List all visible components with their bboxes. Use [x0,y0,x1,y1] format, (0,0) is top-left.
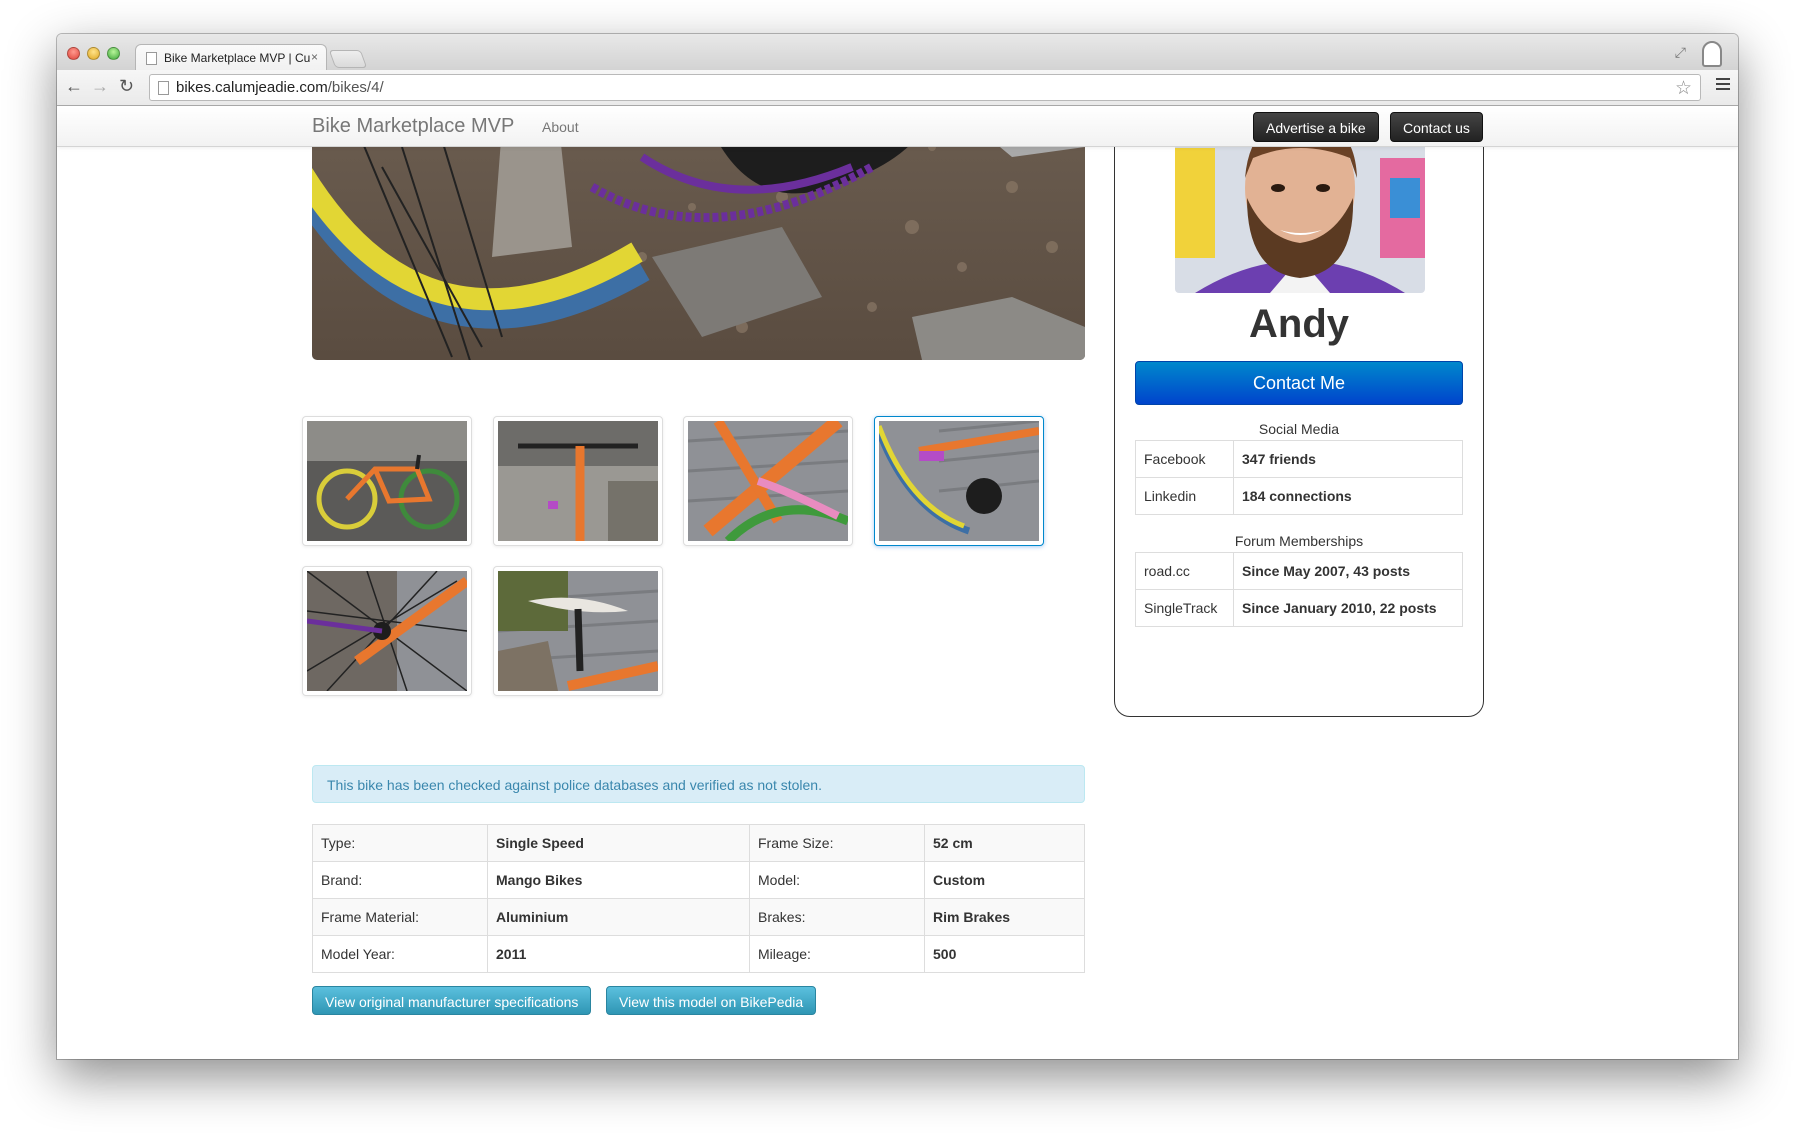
fullscreen-icon[interactable]: ⤢ [1675,44,1686,61]
thumbnail-image [307,571,467,691]
reload-icon[interactable]: ↻ [119,76,134,97]
gallery-thumbnail[interactable] [302,416,472,546]
back-icon[interactable]: ← [65,76,83,97]
spec-row: Frame Material: Aluminium Brakes: Rim Brake… [312,898,1085,936]
gallery-thumbnail[interactable] [493,566,663,696]
spec-row: Model Year: 2011 Mileage: 500 [312,935,1085,973]
browser-menu-icon[interactable] [1716,78,1730,93]
spec-value: Custom [924,861,1085,899]
thumbnail-image [879,421,1039,541]
contact-seller-button[interactable]: Contact Me [1135,361,1463,405]
card-row-value: Since January 2010, 22 posts [1233,589,1463,627]
browser-window: Bike Marketplace MVP | Cu × ⤢ ← → ↻ bike… [57,34,1738,1059]
spec-label: Frame Material: [312,898,488,936]
spec-label: Brand: [312,861,488,899]
thumbnail-image [688,421,848,541]
page-icon [146,52,157,65]
new-tab-button[interactable] [328,50,368,68]
gallery-thumbnail[interactable] [683,416,853,546]
browser-toolbar: ← → ↻ bikes.calumjeadie.com/bikes/4/ ☆ [57,70,1738,106]
spec-label: Model Year: [312,935,488,973]
card-row-label: Facebook [1135,440,1234,478]
spec-label: Type: [312,824,488,862]
browser-tab[interactable]: Bike Marketplace MVP | Cu × [135,44,327,70]
spec-value: Single Speed [487,824,750,862]
card-row-value: 184 connections [1233,477,1463,515]
close-window-button[interactable] [67,47,80,60]
spec-value: 2011 [487,935,750,973]
page-icon [158,81,169,95]
nav-about-link[interactable]: About [542,119,579,135]
card-row: Linkedin 184 connections [1135,477,1463,515]
gallery-thumbnail[interactable] [302,566,472,696]
card-row-value: 347 friends [1233,440,1463,478]
tab-strip: Bike Marketplace MVP | Cu × ⤢ [57,34,1738,70]
card-row: SingleTrack Since January 2010, 22 posts [1135,589,1463,627]
screenshot-stage: Bike Marketplace MVP | Cu × ⤢ ← → ↻ bike… [0,0,1794,1138]
close-tab-icon[interactable]: × [311,50,318,64]
url-path: /bikes/4/ [327,79,384,96]
address-bar[interactable]: bikes.calumjeadie.com/bikes/4/ ☆ [149,74,1701,101]
zoom-window-button[interactable] [107,47,120,60]
card-row-label: SingleTrack [1135,589,1234,627]
spec-label: Mileage: [749,935,925,973]
spec-value: 500 [924,935,1085,973]
card-row: road.cc Since May 2007, 43 posts [1135,552,1463,590]
spec-label: Model: [749,861,925,899]
forum-memberships-caption: Forum Memberships [1234,533,1364,549]
spec-row: Brand: Mango Bikes Model: Custom [312,861,1085,899]
contact-us-button[interactable]: Contact us [1390,112,1483,142]
social-media-caption: Social Media [1258,421,1340,437]
spec-label: Frame Size: [749,824,925,862]
spec-value: Aluminium [487,898,750,936]
card-row-value: Since May 2007, 43 posts [1233,552,1463,590]
thumbnail-image [498,421,658,541]
bike-specs-table: Type: Single Speed Frame Size: 52 cm Brand: M… [312,824,1085,973]
spec-value: 52 cm [924,824,1085,862]
seller-card: Andy Contact Me Social Media Facebook 347… [1114,107,1484,717]
bookmark-star-icon[interactable]: ☆ [1675,77,1692,100]
tab-title: Bike Marketplace MVP | Cu [164,51,311,65]
page-viewport: Bike Marketplace MVP About Advertise a b… [57,107,1738,1059]
card-row-label: road.cc [1135,552,1234,590]
thumbnail-image [498,571,658,691]
spec-row: Type: Single Speed Frame Size: 52 cm [312,824,1085,862]
minimize-window-button[interactable] [87,47,100,60]
thumbnail-image [307,421,467,541]
bikepedia-button[interactable]: View this model on BikePedia [606,986,817,1015]
card-row: Facebook 347 friends [1135,440,1463,478]
card-row-label: Linkedin [1135,477,1234,515]
gallery-thumbnail-selected[interactable] [874,416,1044,546]
site-brand[interactable]: Bike Marketplace MVP [312,115,514,138]
forward-icon[interactable]: → [91,76,109,97]
spec-value: Rim Brakes [924,898,1085,936]
profile-icon[interactable] [1702,41,1722,67]
advertise-bike-button[interactable]: Advertise a bike [1253,112,1379,142]
manufacturer-specs-button[interactable]: View original manufacturer specification… [312,986,592,1015]
spec-value: Mango Bikes [487,861,750,899]
url-host: bikes.calumjeadie.com [176,79,328,96]
not-stolen-alert: This bike has been checked against polic… [312,765,1085,803]
seller-name: Andy [1249,302,1349,346]
spec-label: Brakes: [749,898,925,936]
site-navbar: Bike Marketplace MVP About Advertise a b… [57,107,1738,147]
forum-memberships-table: road.cc Since May 2007, 43 posts SingleTra… [1135,552,1463,627]
gallery-thumbnail[interactable] [493,416,663,546]
social-media-table: Facebook 347 friends Linkedin 184 connectio… [1135,440,1463,515]
